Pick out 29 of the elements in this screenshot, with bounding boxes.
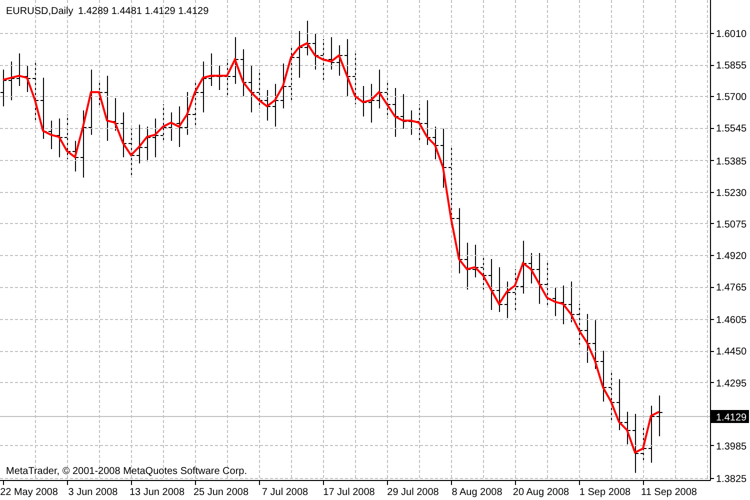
symbol-title: EURUSD,Daily [6,6,74,17]
date-label: 3 Jun 2008 [68,487,118,498]
price-label: 1.4765 [716,282,747,294]
price-label: 1.5230 [716,188,747,199]
price-label: 1.4920 [716,251,747,262]
date-label: 17 Jul 2008 [323,487,375,498]
date-label: 8 Aug 2008 [452,487,502,498]
date-label: 7 Jul 2008 [262,487,308,498]
price-label: 1.5855 [716,60,747,72]
date-label: 11 Sep 2008 [641,487,697,498]
date-label: 22 May 2008 [0,487,58,498]
price-label: 1.3825 [716,474,747,485]
price-label: 1.4295 [716,378,747,390]
date-label: 25 Jun 2008 [193,487,249,498]
date-label: 29 Jul 2008 [387,487,439,498]
date-label: 1 Sep 2008 [579,487,631,498]
price-label: 1.3985 [716,441,747,452]
price-label: 1.5700 [716,92,747,104]
ohlc-values: 1.4289 1.4481 1.4129 1.4129 [78,6,209,17]
price-label: 1.4605 [716,315,747,326]
price-label: 1.6010 [716,29,747,40]
date-label: 13 Jun 2008 [129,487,185,498]
price-label: 1.4450 [716,346,747,358]
price-label: 1.5385 [716,156,747,168]
copyright-text: MetaTrader, © 2001-2008 MetaQuotes Software Corp. [6,466,248,477]
current-price-label: 1.4129 [711,410,749,424]
price-label: 1.5075 [716,219,747,230]
date-label: 20 Aug 2008 [512,487,570,498]
price-label: 1.5545 [716,124,747,135]
